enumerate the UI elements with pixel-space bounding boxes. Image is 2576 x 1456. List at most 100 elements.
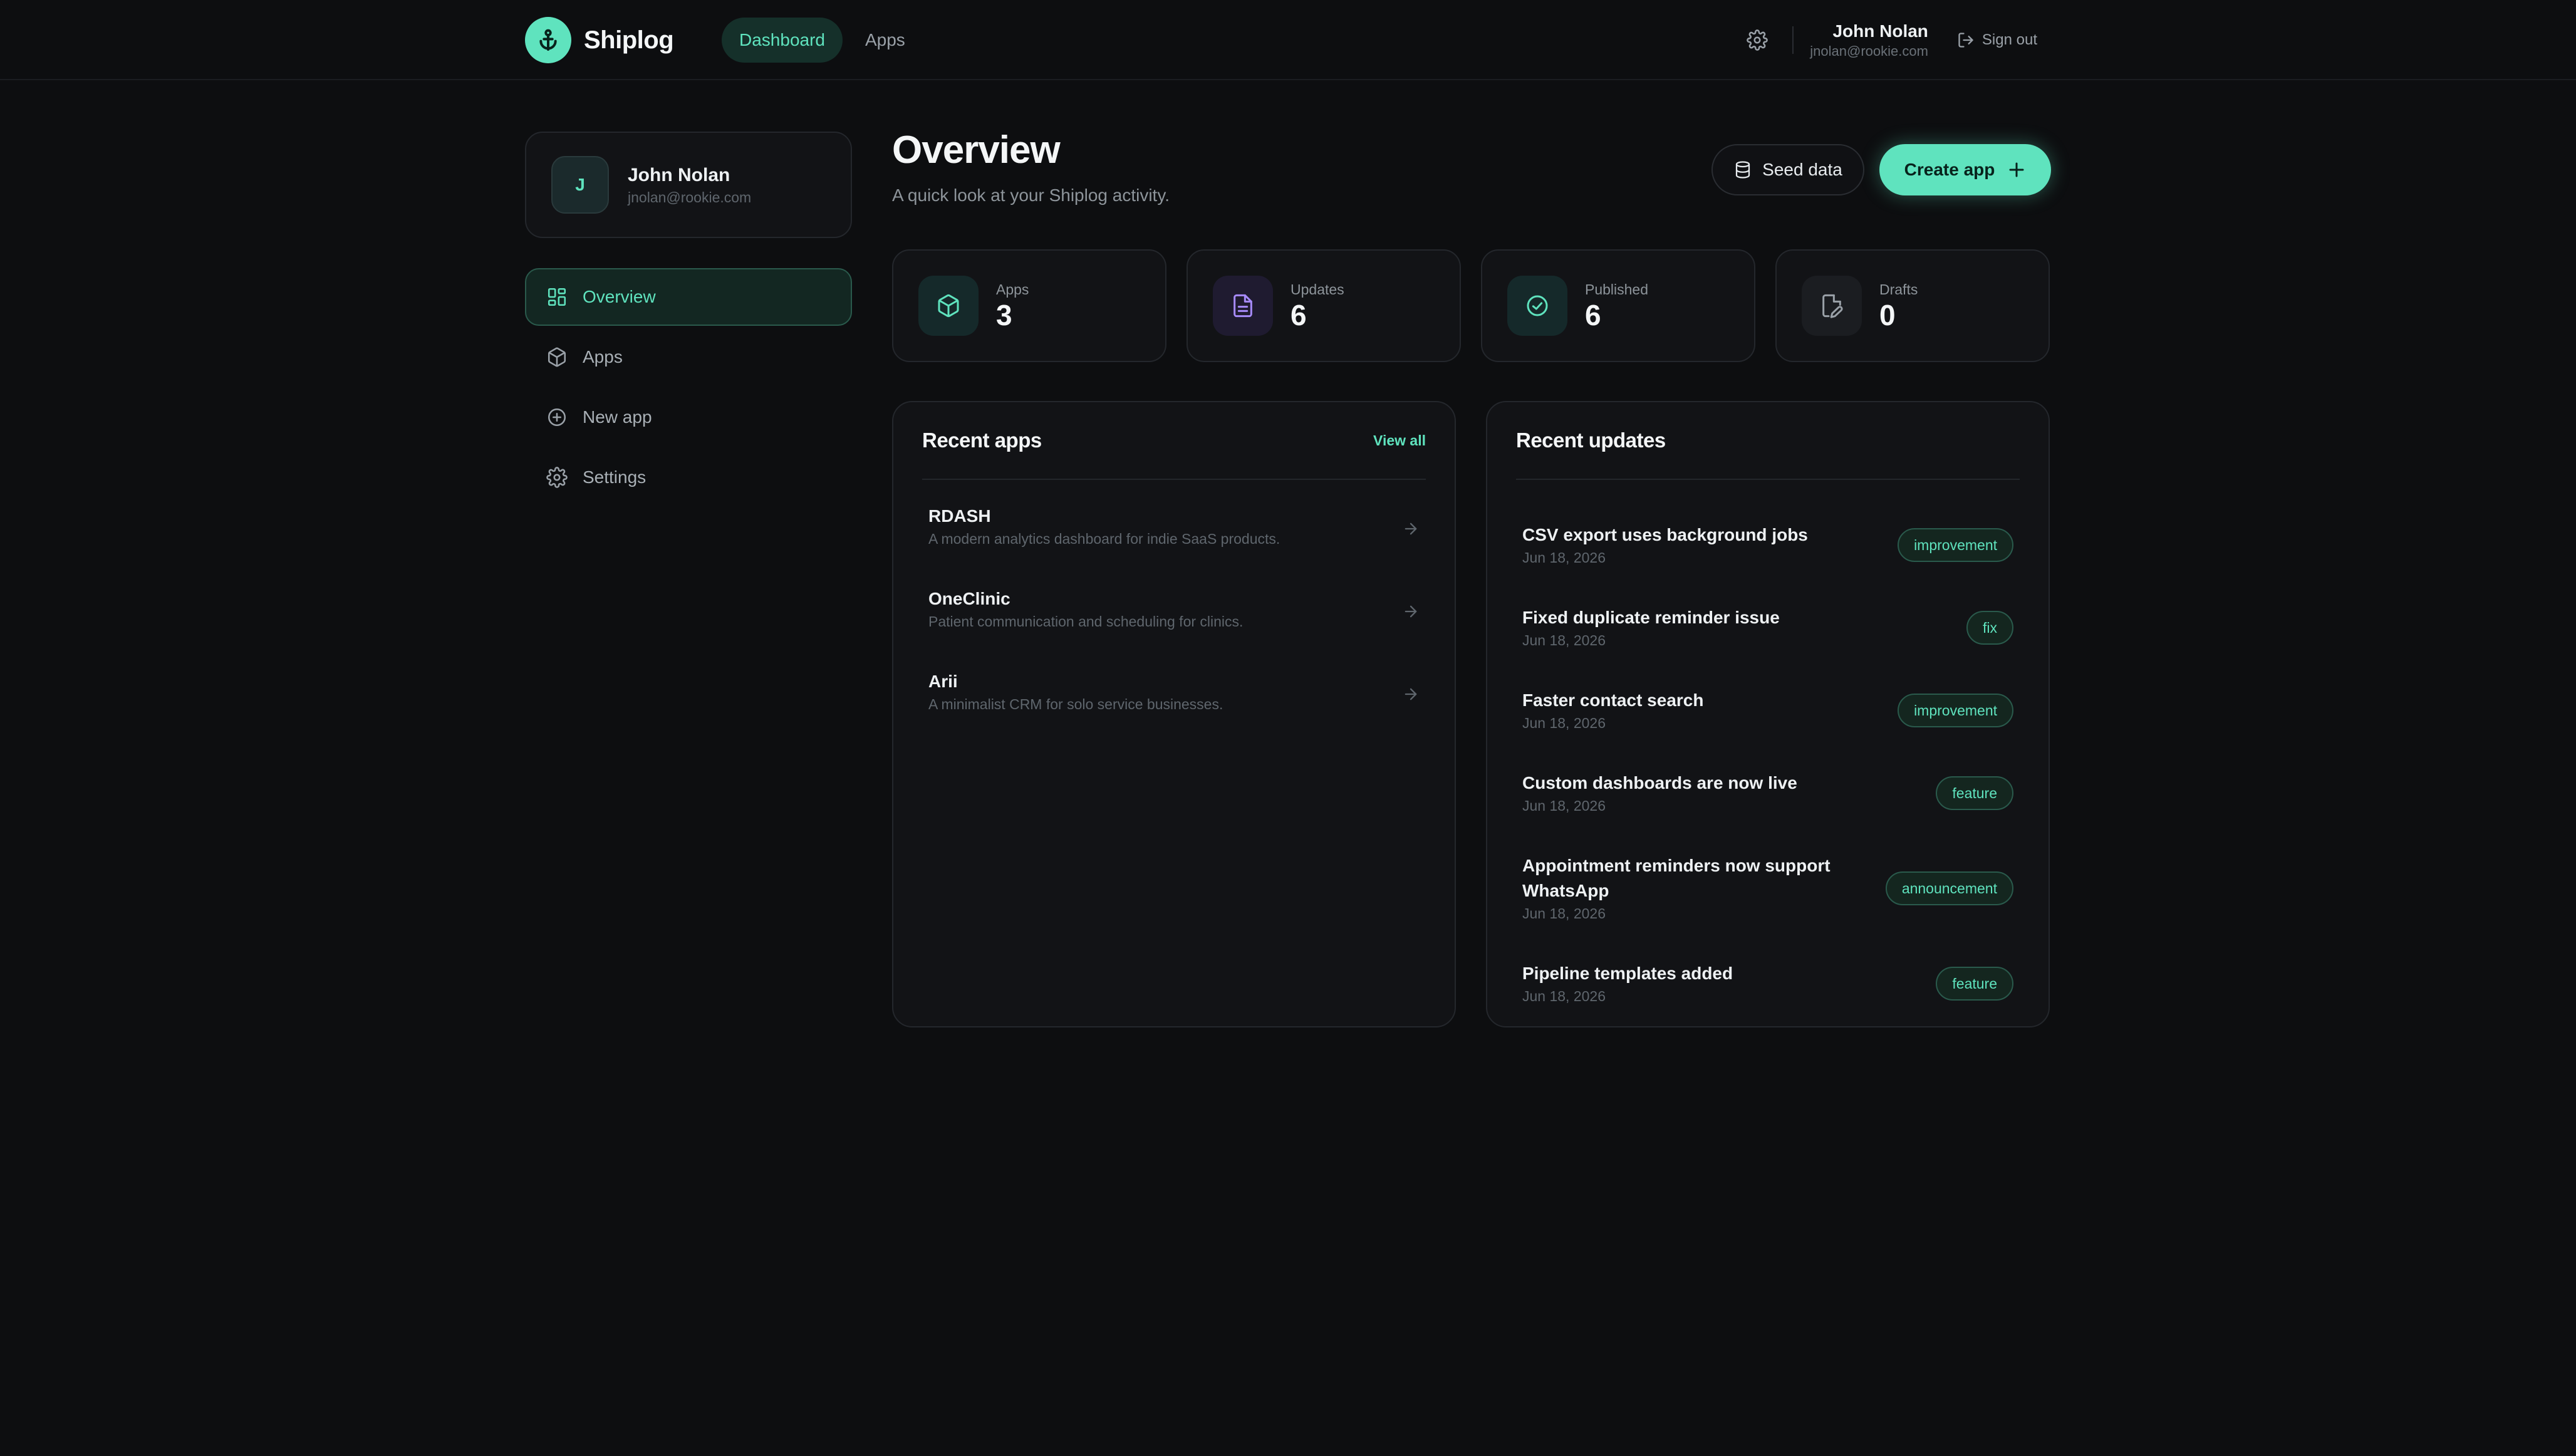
box-icon: [918, 276, 979, 336]
page-subtitle: A quick look at your Shiplog activity.: [892, 185, 1170, 205]
stat-card-updates: Updates 6: [1187, 249, 1461, 362]
tag-badge: announcement: [1885, 871, 2013, 905]
list-item[interactable]: RDASH A modern analytics dashboard for i…: [922, 504, 1426, 586]
app-description: A modern analytics dashboard for indie S…: [928, 531, 1280, 547]
app-description: Patient communication and scheduling for…: [928, 613, 1244, 630]
top-bar: Shiplog Dashboard Apps John Nolan jnolan…: [0, 0, 2576, 80]
update-title: Custom dashboards are now live: [1522, 773, 1797, 793]
update-date: Jun 18, 2026: [1522, 715, 1606, 731]
topnav-dashboard[interactable]: Dashboard: [722, 18, 843, 63]
top-user-email: jnolan@rookie.com: [1810, 43, 1928, 59]
gear-icon: [546, 467, 568, 488]
recent-updates-list: CSV export uses background jobs Jun 18, …: [1487, 480, 2049, 1025]
stat-value: 6: [1291, 299, 1307, 331]
update-date: Jun 18, 2026: [1522, 549, 1606, 566]
profile-name: John Nolan: [628, 165, 730, 185]
sidebar-item-label: Apps: [583, 347, 623, 367]
recent-apps-card: Recent apps View all RDASH A modern anal…: [892, 401, 1456, 1027]
stat-value: 0: [1879, 299, 1896, 331]
update-date: Jun 18, 2026: [1522, 632, 1606, 648]
stat-label: Published: [1585, 281, 1649, 298]
arrow-right-icon: [1402, 603, 1420, 620]
update-title: CSV export uses background jobs: [1522, 525, 1808, 544]
recent-apps-list: RDASH A modern analytics dashboard for i…: [893, 480, 1455, 752]
plus-icon: [2007, 160, 2026, 179]
stat-card-apps: Apps 3: [892, 249, 1166, 362]
tag-badge: improvement: [1898, 528, 2013, 562]
seed-data-button[interactable]: Seed data: [1711, 144, 1864, 195]
seed-data-label: Seed data: [1762, 160, 1842, 179]
create-app-button[interactable]: Create app: [1879, 144, 2051, 195]
check-circle-icon: [1507, 276, 1567, 336]
stat-label: Drafts: [1879, 281, 1918, 298]
top-user: John Nolan jnolan@rookie.com: [1810, 20, 1928, 60]
list-item[interactable]: Arii A minimalist CRM for solo service b…: [922, 669, 1426, 752]
stat-label: Apps: [996, 281, 1029, 298]
plus-circle-icon: [546, 407, 568, 428]
box-icon: [546, 346, 568, 368]
tag-badge: feature: [1936, 776, 2013, 810]
sign-out-icon: [1957, 31, 1975, 49]
list-item[interactable]: Faster contact search Jun 18, 2026 impro…: [1522, 669, 2013, 752]
document-icon: [1213, 276, 1273, 336]
file-edit-icon: [1802, 276, 1862, 336]
create-app-label: Create app: [1904, 160, 1995, 179]
app-name: RDASH: [928, 506, 991, 526]
sidebar-item-apps[interactable]: Apps: [525, 328, 852, 386]
recent-apps-title: Recent apps: [922, 429, 1042, 452]
update-title: Pipeline templates added: [1522, 964, 1733, 983]
app-name: OneClinic: [928, 589, 1010, 608]
sidebar-item-new-app[interactable]: New app: [525, 388, 852, 446]
page-title: Overview: [892, 128, 1061, 172]
list-item[interactable]: Fixed duplicate reminder issue Jun 18, 2…: [1522, 586, 2013, 669]
update-title: Fixed duplicate reminder issue: [1522, 608, 1780, 627]
sidebar-item-label: New app: [583, 407, 652, 427]
list-item[interactable]: Pipeline templates added Jun 18, 2026 fe…: [1522, 942, 2013, 1025]
anchor-icon: [525, 17, 571, 63]
avatar: J: [551, 156, 609, 214]
stat-value: 6: [1585, 299, 1601, 331]
update-date: Jun 18, 2026: [1522, 905, 1606, 922]
sidebar-nav: Overview Apps New app Settings: [525, 268, 852, 509]
stat-card-drafts: Drafts 0: [1775, 249, 2050, 362]
sign-out-button[interactable]: Sign out: [1957, 31, 2037, 49]
stat-value: 3: [996, 299, 1012, 331]
list-item[interactable]: Custom dashboards are now live Jun 18, 2…: [1522, 752, 2013, 835]
grid-icon: [546, 286, 568, 308]
top-right: John Nolan jnolan@rookie.com Sign out: [1738, 15, 2037, 65]
sidebar-item-label: Settings: [583, 467, 647, 487]
app-description: A minimalist CRM for solo service busine…: [928, 696, 1223, 712]
arrow-right-icon: [1402, 685, 1420, 703]
stats-row: Apps 3 Updates 6 Published 6 Drafts 0: [892, 249, 2050, 362]
sidebar-item-settings[interactable]: Settings: [525, 449, 852, 506]
update-date: Jun 18, 2026: [1522, 798, 1606, 814]
list-item[interactable]: OneClinic Patient communication and sche…: [922, 586, 1426, 669]
app-name: Arii: [928, 672, 958, 691]
list-item[interactable]: CSV export uses background jobs Jun 18, …: [1522, 504, 2013, 586]
sign-out-label: Sign out: [1981, 31, 2037, 48]
top-nav: Dashboard Apps: [722, 18, 923, 63]
tag-badge: improvement: [1898, 694, 2013, 727]
update-title: Faster contact search: [1522, 690, 1704, 710]
tag-badge: fix: [1966, 611, 2013, 645]
recent-updates-card: Recent updates CSV export uses backgroun…: [1486, 401, 2050, 1027]
brand[interactable]: Shiplog: [525, 16, 674, 64]
gear-icon[interactable]: [1738, 21, 1776, 59]
sidebar-item-overview[interactable]: Overview: [525, 268, 852, 326]
view-all-link[interactable]: View all: [1373, 432, 1426, 449]
divider: [1792, 26, 1794, 54]
arrow-right-icon: [1402, 520, 1420, 538]
recent-updates-title: Recent updates: [1516, 429, 1666, 452]
profile-card: J John Nolan jnolan@rookie.com: [525, 132, 852, 238]
list-item[interactable]: Appointment reminders now support WhatsA…: [1522, 835, 2013, 942]
update-title: Appointment reminders now support WhatsA…: [1522, 856, 1831, 900]
database-icon: [1733, 160, 1752, 179]
top-user-name: John Nolan: [1832, 21, 1928, 41]
stat-label: Updates: [1291, 281, 1344, 298]
tag-badge: feature: [1936, 967, 2013, 1001]
topnav-apps[interactable]: Apps: [848, 18, 923, 63]
brand-name: Shiplog: [584, 26, 674, 54]
profile-email: jnolan@rookie.com: [628, 189, 752, 205]
stat-card-published: Published 6: [1481, 249, 1755, 362]
sidebar-item-label: Overview: [583, 287, 656, 306]
